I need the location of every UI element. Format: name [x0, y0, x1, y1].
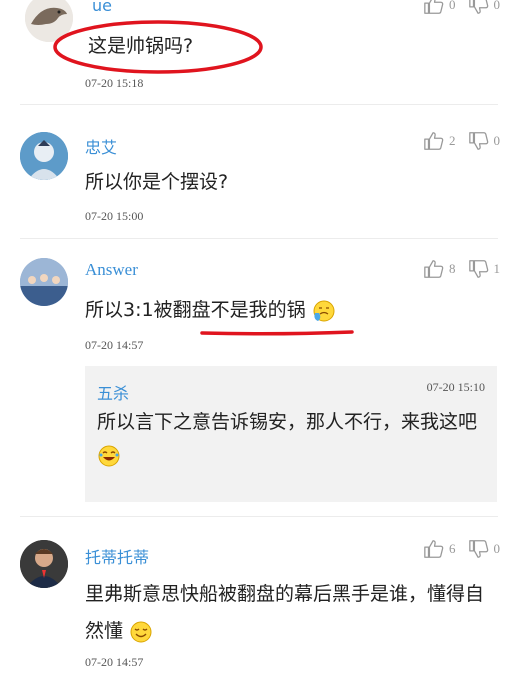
like-count: 0 [449, 0, 456, 12]
dislike-button[interactable]: 0 [468, 0, 501, 16]
like-button[interactable]: 2 [423, 130, 456, 152]
reply-text: 所以言下之意告诉锡安，那人不行，来我这吧 [97, 406, 487, 472]
comment-time: 07-20 15:18 [85, 76, 144, 90]
thumbs-down-icon [468, 258, 490, 280]
like-count: 2 [449, 133, 456, 148]
dislike-count: 1 [493, 261, 501, 276]
comment-item: Answer 8 1 所以3:1被翻盘不是我的锅 07-20 14:57 五杀 … [0, 240, 518, 520]
reply-time: 07-20 15:10 [426, 380, 485, 394]
comment-time: 07-20 14:57 [85, 655, 144, 669]
comment-text-body: 所以3:1被翻盘不是我的锅 [85, 299, 306, 321]
avatar[interactable] [20, 540, 68, 588]
comment-text: 所以你是个摆设? [85, 171, 229, 193]
thumbs-down-icon [468, 0, 490, 16]
like-button[interactable]: 8 [423, 258, 456, 280]
comment-username[interactable]: 忠艾 [85, 134, 117, 158]
dislike-button[interactable]: 0 [468, 538, 501, 560]
comment-time: 07-20 15:00 [85, 209, 144, 223]
divider [20, 516, 498, 517]
character-avatar-icon [20, 132, 68, 180]
thumbs-up-icon [423, 258, 445, 280]
comment-item: ue 0 0 这是帅锅吗? 07-20 15:18 [0, 0, 518, 110]
vote-group: 2 0 [423, 130, 500, 152]
comment-time: 07-20 14:57 [85, 338, 144, 352]
vote-group: 0 0 [423, 0, 500, 16]
comment-username[interactable]: 托蒂托蒂 [85, 544, 149, 568]
thumbs-up-icon [423, 538, 445, 560]
dislike-button[interactable]: 0 [468, 130, 501, 152]
reply-text-body: 所以言下之意告诉锡安，那人不行，来我这吧 [97, 411, 478, 433]
thumbs-down-icon [468, 130, 490, 152]
like-count: 8 [449, 261, 456, 276]
laughing-emoji-icon [98, 445, 120, 466]
crying-emoji-icon [313, 300, 335, 321]
red-underline-annotation [200, 330, 354, 336]
comment-username[interactable]: ue [92, 0, 112, 15]
thumbs-down-icon [468, 538, 490, 560]
dislike-button[interactable]: 1 [468, 258, 501, 280]
comment-item: 托蒂托蒂 6 0 里弗斯意思快船被翻盘的幕后黑手是谁，懂得自然懂 07-20 1… [0, 520, 518, 686]
comment-text: 所以3:1被翻盘不是我的锅 [85, 294, 336, 326]
like-button[interactable]: 6 [423, 538, 456, 560]
avatar[interactable] [20, 132, 68, 180]
vote-group: 8 1 [423, 258, 500, 280]
thumbs-up-icon [423, 130, 445, 152]
reply-box: 五杀 07-20 15:10 所以言下之意告诉锡安，那人不行，来我这吧 [85, 366, 497, 502]
dislike-count: 0 [493, 0, 501, 12]
person-avatar-icon [20, 540, 68, 588]
team-photo-avatar-icon [20, 258, 68, 306]
avatar[interactable] [20, 258, 68, 306]
dislike-count: 0 [493, 541, 501, 556]
comment-username[interactable]: Answer [85, 260, 138, 280]
reply-username[interactable]: 五杀 [97, 380, 129, 404]
divider [20, 104, 498, 105]
dislike-count: 0 [493, 133, 501, 148]
thumbs-up-icon [423, 0, 445, 16]
vote-group: 6 0 [423, 538, 500, 560]
smiling-emoji-icon [130, 621, 152, 642]
red-circle-annotation [53, 20, 263, 74]
comment-text: 里弗斯意思快船被翻盘的幕后黑手是谁，懂得自然懂 [85, 576, 495, 650]
like-count: 6 [449, 541, 456, 556]
like-button[interactable]: 0 [423, 0, 456, 16]
divider [20, 238, 498, 239]
comment-item: 忠艾 2 0 所以你是个摆设? 07-20 15:00 [0, 110, 518, 240]
